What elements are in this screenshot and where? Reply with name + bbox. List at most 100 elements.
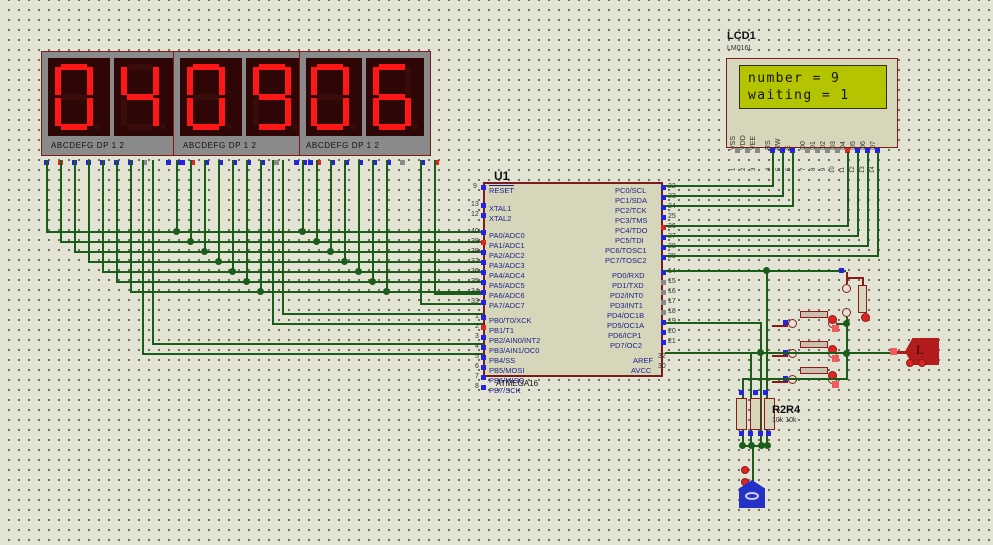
mcu-pin-label-reset: RESET — [489, 186, 515, 195]
ground-ring-icon — [745, 492, 759, 500]
mcu-pin-label-avcc: AVCC — [631, 366, 652, 375]
lcd-reference-label: LCD1 — [727, 30, 756, 42]
mcu-pin-label-xtal2: XTAL2 — [489, 214, 512, 223]
mcu-pin-num: 21 — [668, 338, 676, 345]
mcu-reference-label: U1 — [494, 169, 510, 183]
mcu-pin-num: 39 — [471, 238, 479, 245]
mcu-pin-num: 4 — [475, 343, 479, 350]
mcu-pin-num: 25 — [668, 213, 676, 220]
switch-terminal-top-lower — [842, 308, 851, 317]
resistor-pack-value: 10k 10k — [772, 417, 797, 424]
lcd-pin-num: 2 — [741, 167, 747, 171]
mcu-pin-label-pa1: PA1/ADC1 — [489, 241, 525, 250]
mcu-pin-label-pd1: PD1/TXD — [612, 281, 644, 290]
pushbutton-node-3 — [832, 381, 839, 388]
mcu-pin-num: 20 — [668, 328, 676, 335]
mcu-pin-label-pc0: PC0/SCL — [615, 186, 647, 195]
switch-actuator-top[interactable] — [861, 313, 870, 322]
mcu-pin-label-pa0: PA0/ADC0 — [489, 231, 525, 240]
mcu-pin-label-pa2: PA2/ADC2 — [489, 251, 525, 260]
pushbutton-actuator-1[interactable] — [828, 315, 837, 324]
mcu-pin-num: 37 — [471, 258, 479, 265]
mcu-pin-num: 12 — [471, 211, 479, 218]
lamp-node-b — [918, 359, 926, 367]
mcu-pin-num: 18 — [668, 308, 676, 315]
mcu-pin-label-pb7: PB7/SCK — [489, 386, 521, 395]
mcu-pin-label-pb3: PB3/AIN1/OC0 — [489, 346, 540, 355]
digit-ones — [250, 62, 298, 132]
digit-ones — [118, 62, 166, 132]
lamp-node-a — [906, 359, 914, 367]
seven-segment-module-left[interactable]: ABCDEFG DP 1 2 — [41, 51, 186, 156]
mcu-pin-label-pd0: PD0/RXD — [612, 271, 645, 280]
mcu-pin-num: 38 — [471, 248, 479, 255]
mcu-pin-num: 3 — [475, 333, 479, 340]
switch-terminal-top-upper — [842, 284, 851, 293]
mcu-pin-num: 34 — [471, 288, 479, 295]
mcu-pin-label-pb2: PB2/AIN0/INT2 — [489, 336, 541, 345]
mcu-pin-label-pb1: PB1/T1 — [489, 326, 515, 335]
mcu-pin-num: 9 — [473, 183, 477, 190]
schematic-canvas[interactable]: ABCDEFG DP 1 2 ABCDEFG DP 1 2 ABCDEFG DP… — [0, 0, 993, 545]
lcd-text-line-2: waiting = 1 — [748, 88, 850, 103]
mcu-pin-label-pa4: PA4/ADC4 — [489, 271, 525, 280]
seven-segment-module-middle[interactable]: ABCDEFG DP 1 2 — [173, 51, 318, 156]
lcd-pin-num: 3 — [751, 167, 757, 171]
mcu-pin-label-pb0: PB0/T0/XCK — [489, 316, 532, 325]
mcu-pin-num: 6 — [475, 363, 479, 370]
resistor-r2[interactable] — [736, 398, 747, 430]
mcu-pin-num: 8 — [475, 383, 479, 390]
pushbutton-bar-3[interactable] — [800, 367, 828, 374]
pushbutton-bar-2[interactable] — [800, 341, 828, 348]
mcu-pin-label-pc1: PC1/SDA — [615, 196, 648, 205]
digit-tens — [308, 62, 356, 132]
lamp-glyph-icon: L — [916, 342, 924, 357]
mcu-pin-label-pc3: PC3/TMS — [615, 216, 648, 225]
mcu-pin-num: 30 — [658, 363, 666, 370]
mcu-pin-label-pa6: PA6/ADC6 — [489, 291, 525, 300]
mcu-pin-label-pd5: PD5/OC1A — [607, 321, 645, 330]
mcu-pin-num: 33 — [471, 298, 479, 305]
mcu-pin-label-pd2: PD2/INT0 — [610, 291, 643, 300]
mcu-pin-label-pa5: PA5/ADC5 — [489, 281, 525, 290]
mcu-pin-label-pb6: PB6/MISO — [489, 376, 525, 385]
digit-tens — [52, 62, 100, 132]
lcd-pin-num: 11 — [840, 166, 846, 173]
digit-tens — [184, 62, 232, 132]
mcu-pin-num: 16 — [668, 288, 676, 295]
ground-node-a — [741, 466, 749, 474]
mcu-pin-label-pc4: PC4/TDO — [615, 226, 648, 235]
mcu-pin-num: 35 — [471, 278, 479, 285]
pushbutton-terminal-left-1 — [788, 319, 797, 328]
mcu-pin-num: 32 — [658, 353, 666, 360]
mcu-pin-label-pd7: PD7/OC2 — [610, 341, 643, 350]
mcu-pin-label-pb5: PB5/MOSI — [489, 366, 525, 375]
mcu-pin-label-aref: AREF — [633, 356, 654, 365]
mcu-pin-num: 5 — [475, 353, 479, 360]
lcd-text-line-1: number = 9 — [748, 71, 841, 86]
mcu-pin-label-pc7: PC7/TOSC2 — [605, 256, 647, 265]
lcd-pin-num: 10 — [830, 166, 836, 173]
lcd-pin-num: 1 — [731, 167, 737, 171]
pushbutton-bar-1[interactable] — [800, 311, 828, 318]
mcu-pin-label-pb4: PB4/SS — [489, 356, 516, 365]
mcu-pin-num: 36 — [471, 268, 479, 275]
resistor-pack-reference: R2R4 — [772, 404, 801, 416]
mcu-pin-label-pa7: PA7/ADC7 — [489, 301, 525, 310]
mcu-pin-num: 17 — [668, 298, 676, 305]
resistor-r3[interactable] — [750, 398, 761, 430]
segment-pin-legend: ABCDEFG DP 1 2 — [306, 141, 380, 150]
mcu-pin-label-pc2: PC2/TCK — [615, 206, 647, 215]
mcu-pin-label-pc5: PC5/TDI — [615, 236, 644, 245]
lcd-module-body[interactable]: number = 9 waiting = 1 — [726, 58, 898, 148]
seven-segment-module-right[interactable]: ABCDEFG DP 1 2 — [299, 51, 431, 156]
pullup-resistor-r1[interactable] — [858, 285, 867, 313]
lcd-screen: number = 9 waiting = 1 — [739, 65, 887, 109]
mcu-pin-num: 15 — [668, 278, 676, 285]
segment-pin-legend: ABCDEFG DP 1 2 — [51, 141, 125, 150]
segment-pin-legend: ABCDEFG DP 1 2 — [183, 141, 257, 150]
pushbutton-node-1 — [832, 325, 839, 332]
mcu-pin-num: 40 — [471, 228, 479, 235]
mcu-pin-label-pc6: PC6/TOSC1 — [605, 246, 647, 255]
mcu-pin-num: 13 — [471, 201, 479, 208]
